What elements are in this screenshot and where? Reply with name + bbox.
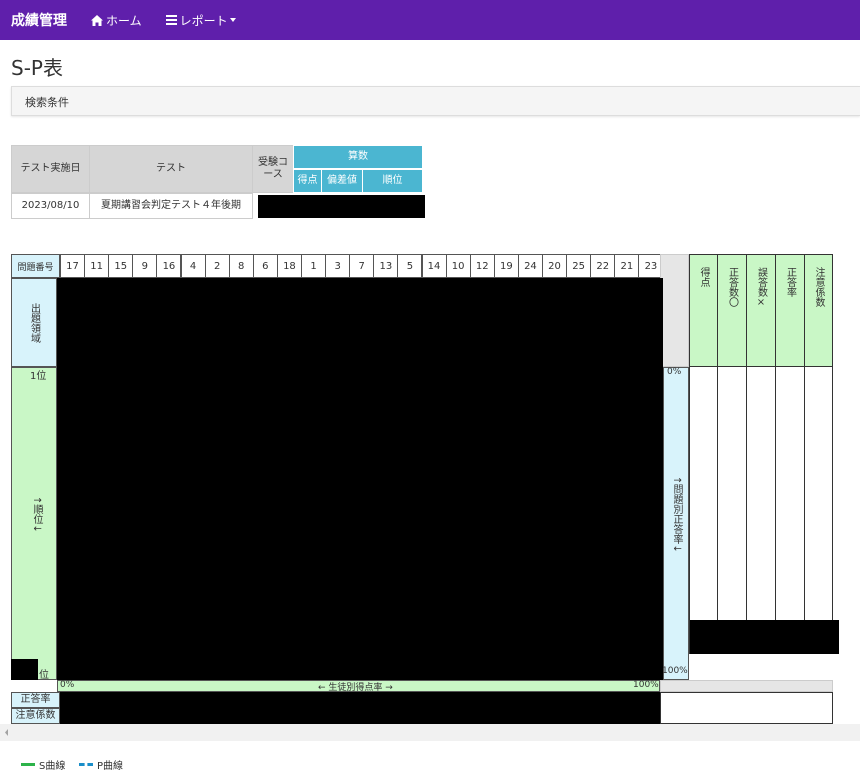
student-rate-left: 0%	[60, 680, 75, 690]
problem-number: 18	[276, 254, 302, 278]
problem-number: 13	[373, 254, 399, 278]
problem-number: 6	[252, 254, 278, 278]
brand[interactable]: 成績管理	[11, 10, 67, 30]
caret-down-icon	[229, 18, 236, 22]
problem-number: 5	[397, 254, 423, 278]
right-header: 誤答数×	[746, 254, 776, 367]
area-label-cell: 出題領域	[11, 278, 57, 367]
problem-number: 7	[349, 254, 375, 278]
nav-home-label: ホーム	[106, 13, 142, 28]
redacted-matrix	[57, 278, 663, 680]
problem-number: 8	[228, 254, 254, 278]
navbar: 成績管理 ホーム レポート	[0, 0, 860, 40]
nav-report-label: レポート	[179, 13, 228, 28]
page-title: S-P表	[11, 56, 63, 80]
row-test-date: 2023/08/10	[11, 193, 90, 219]
correct-rate-row-label: 正答率	[11, 692, 60, 708]
problem-number: 20	[542, 254, 568, 278]
rank-bottom: 位	[39, 670, 49, 681]
problem-number: 4	[180, 254, 206, 278]
search-conditions-panel[interactable]: 検索条件	[11, 86, 860, 116]
list-icon	[165, 15, 177, 25]
legend-p-label: P曲線	[97, 761, 124, 772]
area-label: 出題領域	[28, 302, 40, 343]
problem-number: 9	[132, 254, 158, 278]
nav-home[interactable]: ホーム	[91, 12, 142, 29]
problem-no-label: 問題番号	[11, 254, 60, 278]
problem-number: 21	[614, 254, 640, 278]
rank-label: ↑順位↓	[31, 496, 42, 533]
problem-number: 15	[108, 254, 134, 278]
problem-number: 22	[590, 254, 616, 278]
redacted-scores	[690, 620, 839, 654]
problem-number: 3	[325, 254, 351, 278]
col-rank: 順位	[362, 169, 423, 193]
right-column	[804, 367, 833, 654]
right-header: 得点	[689, 254, 718, 367]
col-course: 受験コース	[252, 145, 294, 193]
right-header: 正答数〇	[717, 254, 747, 367]
bottom-right-empty	[660, 692, 833, 724]
right-column	[717, 367, 747, 654]
right-column	[689, 367, 718, 654]
redacted-rank	[11, 659, 38, 680]
legend-p-curve: P曲線	[79, 757, 123, 772]
problem-rate-top: 0%	[667, 367, 682, 377]
row-test-name: 夏期講習会判定テスト４年後期	[89, 193, 253, 219]
col-subject: 算数	[293, 145, 423, 169]
right-column	[746, 367, 776, 654]
problem-number: 24	[517, 254, 543, 278]
s-curve-line-icon	[21, 763, 35, 766]
student-rate-spacer	[660, 680, 833, 692]
student-rate-right: 100%	[633, 680, 659, 690]
rank-top: 1位	[30, 371, 47, 382]
problem-number: 1	[301, 254, 327, 278]
problem-rate-bottom: 100%	[662, 666, 688, 676]
right-header: 注意係数	[804, 254, 833, 367]
problem-number: 19	[493, 254, 519, 278]
p-curve-line-icon	[79, 763, 93, 766]
caution-row-label: 注意係数	[11, 708, 60, 724]
problem-number: 14	[421, 254, 447, 278]
right-header: 正答率	[775, 254, 805, 367]
col-deviation: 偏差値	[321, 169, 363, 193]
legend-s-curve: S曲線	[21, 757, 65, 772]
home-icon	[91, 14, 103, 26]
problem-number: 11	[84, 254, 110, 278]
right-column	[775, 367, 805, 654]
problem-number: 25	[566, 254, 592, 278]
problem-number: 17	[60, 254, 86, 278]
col-score: 得点	[293, 169, 322, 193]
nav-report-dropdown[interactable]: レポート	[165, 12, 236, 29]
redacted-rates	[60, 692, 662, 725]
col-test: テスト	[89, 145, 253, 193]
problem-number: 2	[204, 254, 230, 278]
problem-number: 10	[445, 254, 471, 278]
col-test-date: テスト実施日	[11, 145, 90, 193]
header-spacer	[660, 254, 689, 367]
scroll-left-icon[interactable]	[2, 724, 12, 741]
horizontal-scrollbar[interactable]	[0, 724, 860, 741]
redacted-info	[258, 195, 425, 218]
problem-number: 12	[469, 254, 495, 278]
problem-rate-label: ↑問題別正答率↓	[671, 476, 682, 553]
legend-s-label: S曲線	[39, 761, 66, 772]
problem-number: 16	[156, 254, 182, 278]
